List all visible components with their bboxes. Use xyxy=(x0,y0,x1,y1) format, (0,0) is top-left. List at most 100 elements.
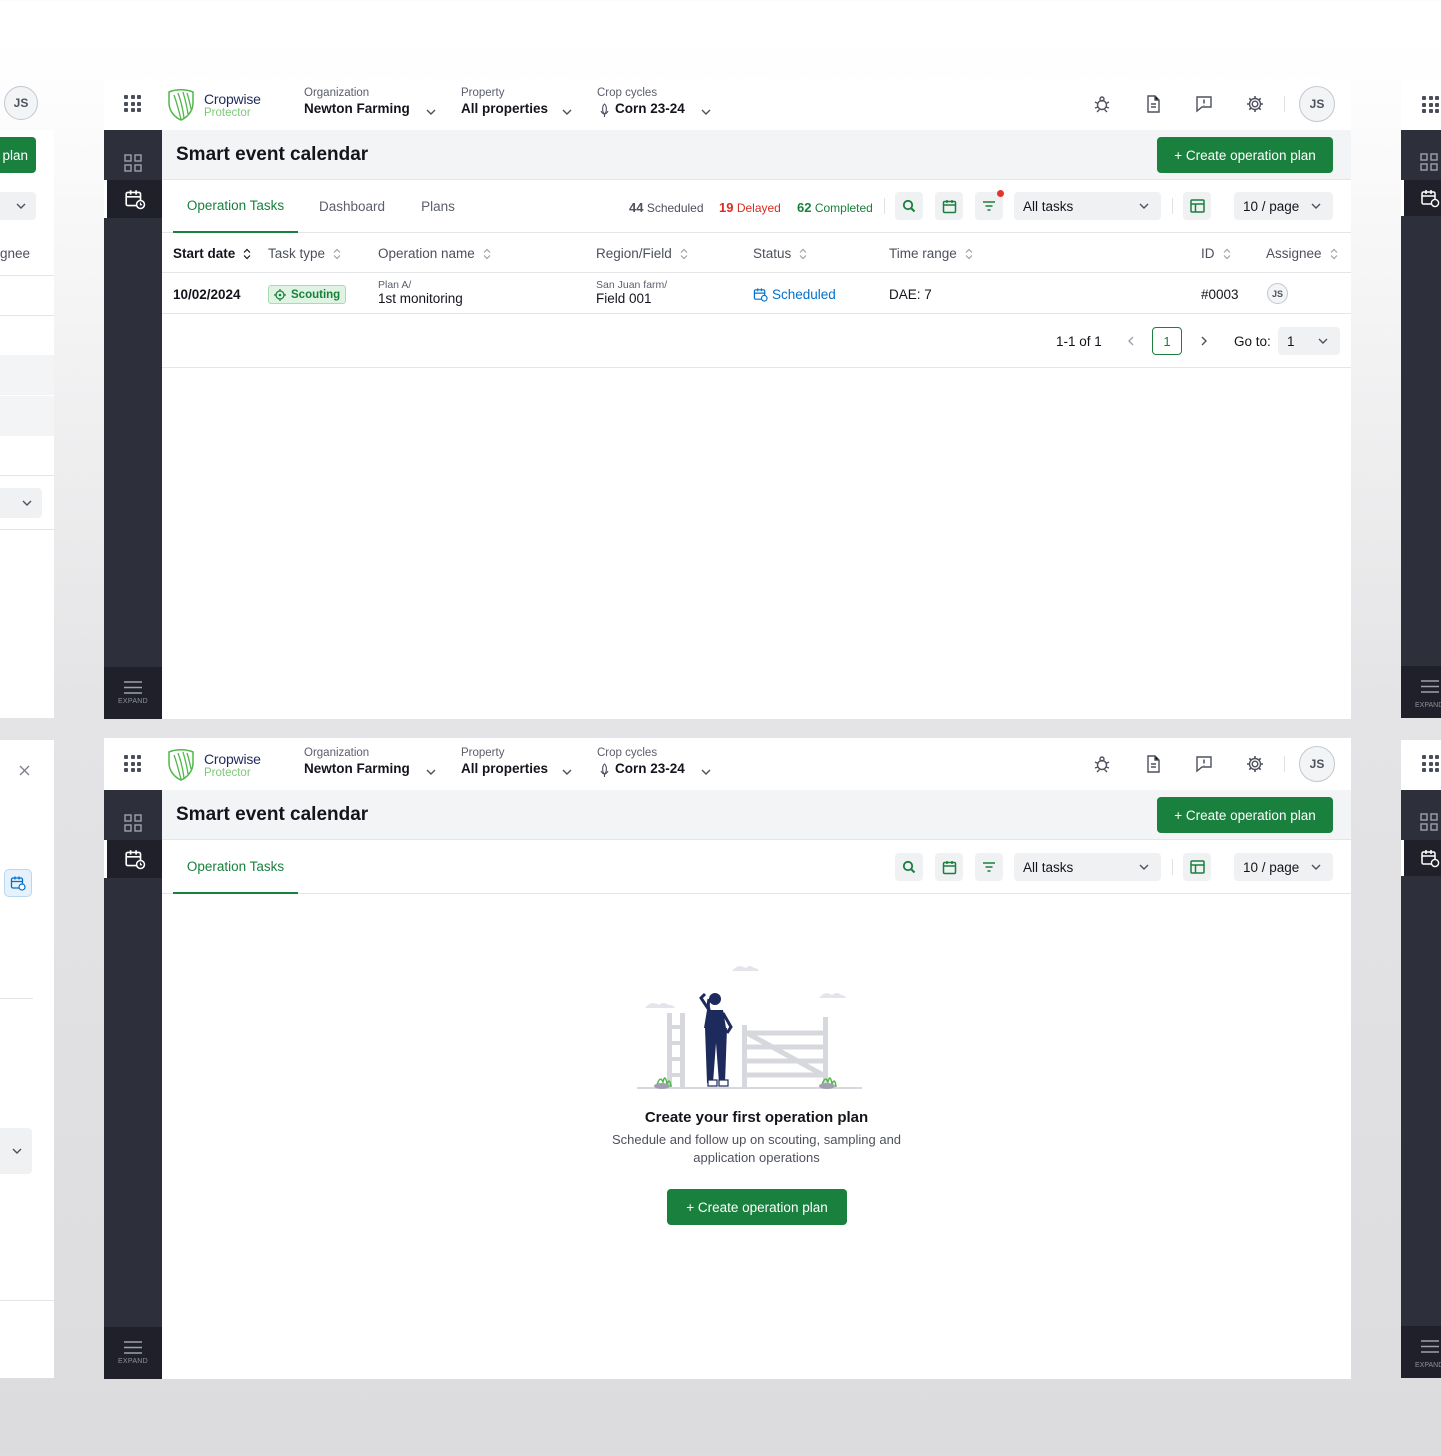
close-icon[interactable] xyxy=(19,765,30,776)
completed-count[interactable]: 62 Completed xyxy=(797,200,873,215)
calendar-icon[interactable] xyxy=(1420,848,1440,868)
sidebar-item-calendar[interactable] xyxy=(104,180,162,218)
calendar-view-button[interactable] xyxy=(935,853,963,881)
sidebar-item-dashboard[interactable] xyxy=(104,144,162,182)
pest-icon[interactable] xyxy=(1092,94,1112,114)
dashboard-icon[interactable] xyxy=(1420,813,1438,831)
sort-icon xyxy=(243,248,251,259)
scheduled-calendar-icon xyxy=(753,288,768,302)
scheduled-count[interactable]: 44 Scheduled xyxy=(629,200,704,215)
apps-grid-icon[interactable] xyxy=(1422,96,1439,113)
organization-value: Newton Farming xyxy=(304,101,410,116)
table-row[interactable]: 10/02/2024 Scouting Plan A/ 1st monitori… xyxy=(162,274,1351,314)
search-button[interactable] xyxy=(895,192,923,220)
tab-operation-tasks[interactable]: Operation Tasks xyxy=(173,840,298,894)
sidebar-item-dashboard[interactable] xyxy=(104,804,162,842)
create-operation-plan-button[interactable]: + Create operation plan xyxy=(1157,137,1333,173)
create-operation-plan-button[interactable]: + Create operation plan xyxy=(1157,797,1333,833)
sort-icon xyxy=(333,248,341,259)
sidebar-item-calendar[interactable] xyxy=(104,840,162,878)
filter-button[interactable] xyxy=(975,853,1003,881)
tab-plans[interactable]: Plans xyxy=(414,180,462,233)
calendar-icon[interactable] xyxy=(1420,188,1440,208)
tab-operation-tasks[interactable]: Operation Tasks xyxy=(173,180,298,233)
cell-operation-name: Plan A/ 1st monitoring xyxy=(378,279,463,306)
property-selector[interactable]: Property All properties xyxy=(461,87,576,116)
column-status[interactable]: Status xyxy=(753,246,807,261)
cropwise-logo[interactable]: Cropwise Protector xyxy=(166,88,276,122)
menu-icon[interactable] xyxy=(1421,1340,1439,1353)
left-dropdown[interactable] xyxy=(0,192,36,220)
chevron-left-icon[interactable] xyxy=(1127,336,1135,346)
task-filter-dropdown[interactable]: All tasks xyxy=(1014,192,1161,220)
empty-create-operation-plan-button[interactable]: + Create operation plan xyxy=(667,1189,847,1225)
column-assignee[interactable]: Assignee xyxy=(1266,246,1338,261)
left-select[interactable] xyxy=(0,488,42,518)
sidebar-expand-button[interactable]: EXPAND xyxy=(104,667,162,719)
field-name: Field 001 xyxy=(596,291,652,306)
dashboard-icon[interactable] xyxy=(1420,153,1438,171)
feedback-icon[interactable] xyxy=(1194,94,1214,114)
dashboard-icon xyxy=(124,814,142,832)
filter-icon xyxy=(983,862,995,872)
search-icon xyxy=(902,860,916,874)
apps-grid-icon[interactable] xyxy=(1422,755,1439,772)
sidebar: EXPAND xyxy=(104,790,162,1379)
apps-grid-icon[interactable] xyxy=(124,95,141,112)
user-avatar[interactable]: JS xyxy=(1299,746,1335,782)
goto-page-select[interactable]: 1 xyxy=(1278,327,1340,355)
pest-icon[interactable] xyxy=(1092,754,1112,774)
cell-id: #0003 xyxy=(1201,287,1239,302)
document-icon[interactable] xyxy=(1143,754,1163,774)
sort-icon xyxy=(965,248,973,259)
page-titlebar: Smart event calendar + Create operation … xyxy=(162,790,1351,840)
sidebar-expand-button[interactable]: EXPAND xyxy=(104,1327,162,1379)
scouting-icon xyxy=(274,288,286,301)
column-region-field[interactable]: Region/Field xyxy=(596,246,688,261)
calendar-view-button[interactable] xyxy=(935,192,963,220)
page-size-dropdown[interactable]: 10 / page xyxy=(1234,853,1333,881)
calendar-chip-icon[interactable] xyxy=(4,869,32,897)
settings-gear-icon[interactable] xyxy=(1245,94,1265,114)
left-bottom-select[interactable] xyxy=(0,1128,32,1174)
column-label: ID xyxy=(1201,246,1215,261)
column-time-range[interactable]: Time range xyxy=(889,246,973,261)
assignee-avatar[interactable]: JS xyxy=(1267,283,1288,304)
empty-state-title: Create your first operation plan xyxy=(644,1109,869,1126)
farm-name: San Juan farm/ xyxy=(596,279,668,291)
column-id[interactable]: ID xyxy=(1201,246,1231,261)
column-settings-button[interactable] xyxy=(1183,192,1211,220)
column-task-type[interactable]: Task type xyxy=(268,246,341,261)
chevron-right-icon[interactable] xyxy=(1200,336,1208,346)
column-label: Operation name xyxy=(378,246,475,261)
cropwise-logo[interactable]: Cropwise Protector xyxy=(166,748,276,782)
left-create-plan-button[interactable]: plan xyxy=(0,137,36,173)
search-icon xyxy=(902,199,916,213)
property-selector[interactable]: Property All properties xyxy=(461,747,576,776)
property-value: All properties xyxy=(461,761,549,776)
chevron-down-icon xyxy=(1311,203,1321,209)
organization-selector[interactable]: Organization Newton Farming xyxy=(304,87,439,116)
column-settings-button[interactable] xyxy=(1183,853,1211,881)
column-operation-name[interactable]: Operation name xyxy=(378,246,491,261)
delayed-count[interactable]: 19 Delayed xyxy=(719,200,781,215)
settings-gear-icon[interactable] xyxy=(1245,754,1265,774)
column-start-date[interactable]: Start date xyxy=(173,246,251,261)
page-size-dropdown[interactable]: 10 / page xyxy=(1234,192,1333,220)
organization-selector[interactable]: Organization Newton Farming xyxy=(304,747,439,776)
user-avatar[interactable]: JS xyxy=(1299,86,1335,122)
crop-cycle-selector[interactable]: Crop cycles Corn 23-24 xyxy=(597,747,717,777)
document-icon[interactable] xyxy=(1143,94,1163,114)
header-divider xyxy=(1284,756,1285,772)
apps-grid-icon[interactable] xyxy=(124,755,141,772)
feedback-icon[interactable] xyxy=(1194,754,1214,774)
tab-dashboard[interactable]: Dashboard xyxy=(312,180,392,233)
menu-icon[interactable] xyxy=(1421,680,1439,693)
page-size-value: 10 / page xyxy=(1243,859,1300,875)
crop-cycle-selector[interactable]: Crop cycles Corn 23-24 xyxy=(597,87,717,117)
filter-button[interactable] xyxy=(975,190,1004,220)
task-filter-dropdown[interactable]: All tasks xyxy=(1014,853,1161,881)
search-button[interactable] xyxy=(895,853,923,881)
left-avatar[interactable]: JS xyxy=(4,86,38,120)
page-number-button[interactable]: 1 xyxy=(1152,327,1182,355)
